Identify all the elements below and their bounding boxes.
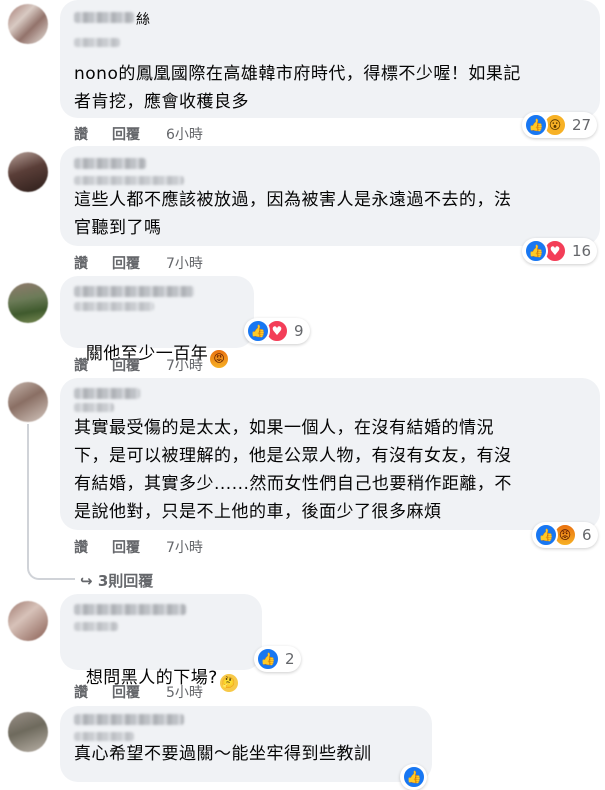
- comment-actions: 讚 回覆 5小時: [74, 682, 203, 702]
- commenter-name[interactable]: [74, 388, 140, 399]
- comment-actions: 讚 回覆 6小時: [74, 124, 203, 144]
- comment-text-line: 有結婚，其實多少......然而女性們自己也要稍作距離，不: [74, 474, 512, 494]
- timestamp[interactable]: 5小時: [166, 682, 203, 702]
- reaction-summary[interactable]: 👍: [400, 764, 427, 790]
- like-button[interactable]: 讚: [74, 124, 112, 144]
- thinking-emoji-icon: 🤔: [219, 674, 238, 692]
- comment-text-line: 官聽到了嗎: [74, 218, 162, 238]
- reply-button[interactable]: 回覆: [112, 682, 166, 702]
- replies-count-label: 3則回覆: [97, 572, 154, 590]
- timestamp[interactable]: 7小時: [166, 537, 203, 557]
- comment-text-line: 是說他對，只是不上他的車，後面少了很多麻煩: [74, 502, 442, 522]
- commenter-subtitle: [74, 622, 118, 631]
- avatar[interactable]: [8, 601, 48, 641]
- avatar[interactable]: [8, 4, 48, 44]
- like-button[interactable]: 讚: [74, 537, 112, 557]
- like-icon: 👍: [256, 647, 280, 671]
- avatar[interactable]: [8, 152, 48, 192]
- like-icon: 👍: [524, 239, 548, 263]
- reply-button[interactable]: 回覆: [112, 253, 166, 273]
- like-icon: 👍: [246, 319, 270, 343]
- commenter-subtitle: [74, 403, 114, 412]
- comment-text-line: 其實最受傷的是太太，如果一個人，在沒有結婚的情況: [74, 418, 494, 438]
- avatar[interactable]: [8, 382, 48, 422]
- comment-text-line: nono的鳳凰國際在高雄韓市府時代，得標不少喔！如果記: [74, 64, 521, 84]
- comment-actions: 讚 回覆 7小時: [74, 537, 203, 557]
- angry-emoji-icon: 😡: [210, 350, 229, 368]
- commenter-name[interactable]: [74, 286, 194, 297]
- comment-actions: 讚 回覆 7小時: [74, 253, 203, 273]
- reaction-summary[interactable]: 👍 😮 27: [522, 112, 598, 138]
- timestamp[interactable]: 7小時: [166, 253, 203, 273]
- reply-button[interactable]: 回覆: [112, 124, 166, 144]
- commenter-name[interactable]: [74, 714, 184, 725]
- like-icon: 👍: [402, 765, 426, 789]
- like-button[interactable]: 讚: [74, 355, 112, 375]
- like-button[interactable]: 讚: [74, 682, 112, 702]
- like-icon: 👍: [524, 113, 548, 137]
- commenter-name[interactable]: [74, 12, 134, 23]
- reaction-count: 16: [572, 242, 592, 260]
- avatar[interactable]: [8, 712, 48, 752]
- like-button[interactable]: 讚: [74, 253, 112, 273]
- reply-arrow-icon: ↪: [80, 572, 93, 590]
- view-replies-link[interactable]: ↪ 3則回覆: [80, 570, 153, 591]
- comment-text-line: 下，是可以被理解的，他是公眾人物，有沒有女友，有沒: [74, 446, 512, 466]
- commenter-subtitle: [74, 176, 184, 185]
- comment-text-line: 這些人都不應該被放過，因為被害人是永遠過不去的，法: [74, 190, 512, 210]
- avatar[interactable]: [8, 283, 48, 323]
- commenter-name[interactable]: [74, 604, 186, 615]
- comment-text-line: 者肯挖，應會收穫良多: [74, 92, 249, 112]
- timestamp[interactable]: 6小時: [166, 124, 203, 144]
- reaction-summary[interactable]: 👍 ♥ 9: [244, 318, 310, 344]
- commenter-name[interactable]: [74, 158, 146, 169]
- like-icon: 👍: [534, 523, 558, 547]
- reaction-count: 9: [294, 322, 304, 340]
- reaction-summary[interactable]: 👍 ♥ 16: [522, 238, 598, 264]
- commenter-subtitle: [74, 38, 120, 47]
- reaction-summary[interactable]: 👍 2: [254, 646, 301, 672]
- reaction-summary[interactable]: 👍 😡 6: [532, 522, 598, 548]
- reaction-count: 2: [285, 650, 295, 668]
- commenter-name-suffix: 絲: [136, 12, 150, 28]
- comment-actions: 讚 回覆 7小時: [74, 355, 203, 375]
- reaction-count: 27: [572, 116, 592, 134]
- reaction-count: 6: [582, 526, 592, 544]
- timestamp[interactable]: 7小時: [166, 355, 203, 375]
- reply-button[interactable]: 回覆: [112, 355, 166, 375]
- comment-text-line: 真心希望不要過關～能坐牢得到些教訓: [74, 744, 372, 764]
- reply-button[interactable]: 回覆: [112, 537, 166, 557]
- commenter-subtitle: [74, 302, 154, 311]
